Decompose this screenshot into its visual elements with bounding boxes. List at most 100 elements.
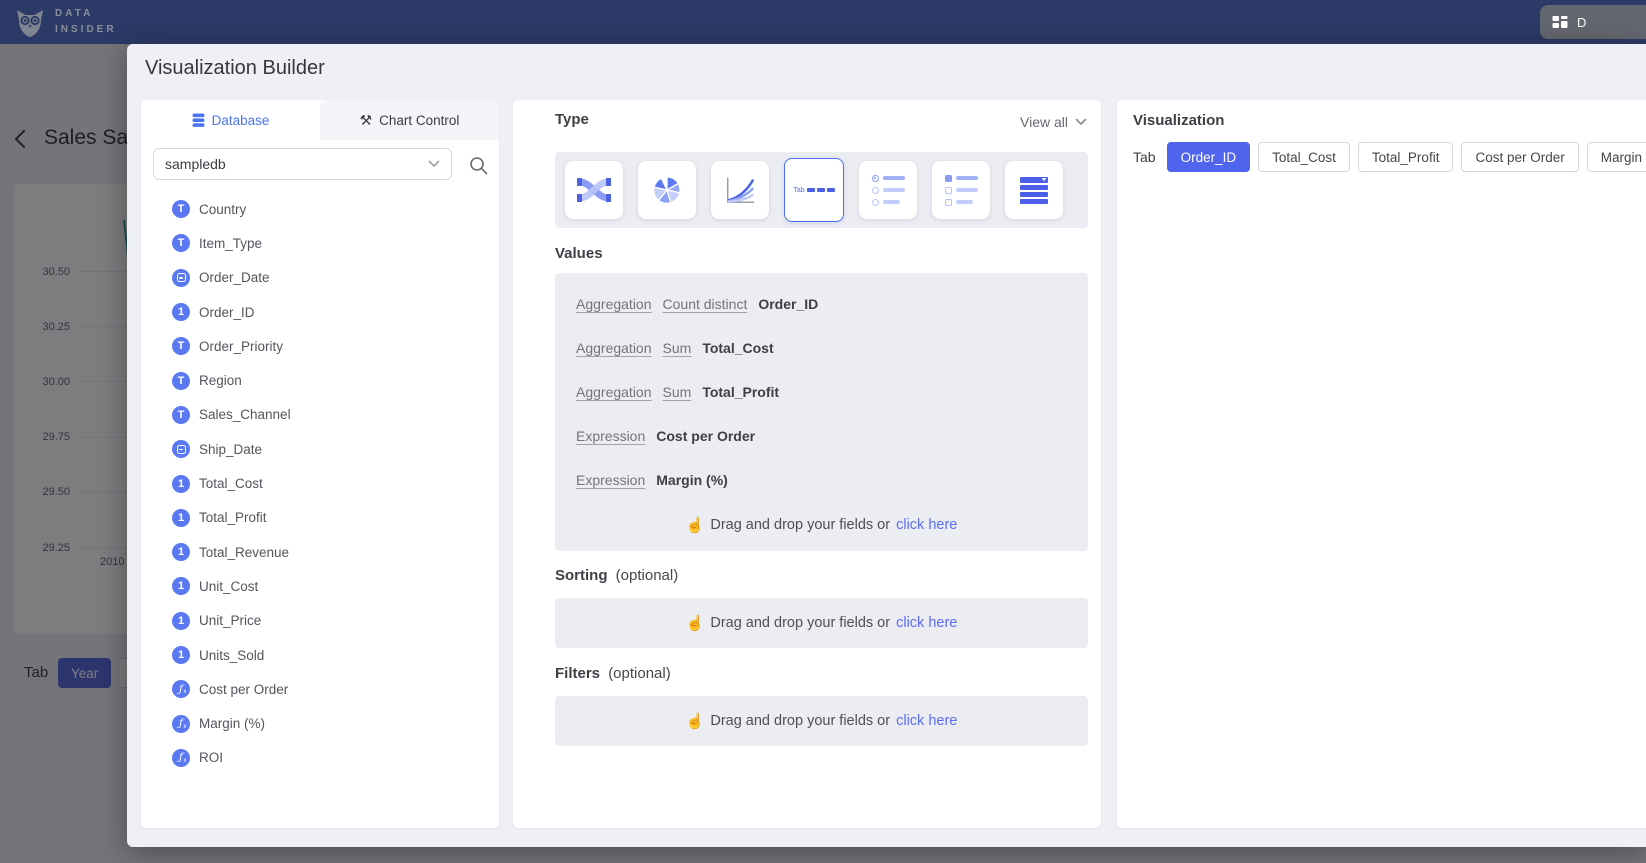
value-kind-dropdown[interactable]: Aggregation [576,383,652,401]
visualization-tab-button[interactable]: Total_Profit [1358,142,1454,172]
field-item[interactable]: Margin (%) [141,706,499,740]
filters-optional-label: (optional) [608,665,671,682]
value-field-name: Total_Cost [702,339,773,357]
database-select[interactable]: sampledb [153,148,452,180]
field-name: Margin (%) [199,716,265,731]
field-item[interactable]: Unit_Cost [141,569,499,603]
field-type-icon [172,269,190,287]
visualization-panel: Visualization Tab Order_IDTotal_CostTota… [1117,100,1646,828]
brand-line-2: INSIDER [55,22,117,38]
sorting-dropzone-box[interactable]: ☝ Drag and drop your fields or click her… [555,598,1088,648]
value-kind-dropdown[interactable]: Expression [576,471,645,489]
type-tile-sankey-icon[interactable] [565,161,623,219]
chart-type-tray: Tab [555,152,1088,228]
value-field-name: Total_Profit [702,383,779,401]
value-row: Expression Margin (%) [576,471,1067,515]
dropzone-text: Drag and drop your fields or [710,516,890,534]
values-rows: Aggregation Count distinct Order_ID Aggr… [576,295,1067,515]
visualization-builder-modal: Visualization Builder Database ⚒ Chart C… [127,44,1646,847]
visualization-tab-button[interactable]: Margin (%) [1587,142,1646,172]
value-method-dropdown[interactable]: Sum [663,339,692,357]
brand-text: DATA INSIDER [55,6,117,38]
field-item[interactable]: Sales_Channel [141,398,499,432]
field-item[interactable]: Unit_Price [141,604,499,638]
field-item[interactable]: Region [141,363,499,397]
chevron-down-icon [428,160,440,168]
filters-dropzone-hint: ☝ Drag and drop your fields or click her… [686,712,958,730]
field-item[interactable]: Units_Sold [141,638,499,672]
type-tile-table-icon[interactable] [1005,161,1063,219]
field-type-icon [172,440,190,458]
sorting-heading: Sorting (optional) [555,567,678,584]
dashboards-button[interactable]: D [1540,5,1646,39]
field-item[interactable]: Order_Priority [141,329,499,363]
value-field-name: Order_ID [758,295,818,313]
value-method-dropdown[interactable]: Sum [663,383,692,401]
field-item[interactable]: Country [141,192,499,226]
visualization-tab-row: Tab Order_IDTotal_CostTotal_ProfitCost p… [1133,142,1646,172]
value-kind-dropdown[interactable]: Expression [576,427,645,445]
field-item[interactable]: Ship_Date [141,432,499,466]
brand-logo[interactable]: DATA INSIDER [12,4,117,40]
tab-database[interactable]: Database [141,100,320,140]
dashboard-grid-icon [1551,13,1569,31]
field-item[interactable]: Cost per Order [141,672,499,706]
field-type-icon [172,577,190,595]
modal-title: Visualization Builder [145,57,325,80]
tab-chart-control[interactable]: ⚒ Chart Control [320,100,499,140]
value-kind-dropdown[interactable]: Aggregation [576,339,652,357]
value-method-dropdown[interactable]: Count distinct [663,295,748,313]
filters-dropzone-box[interactable]: ☝ Drag and drop your fields or click her… [555,696,1088,746]
type-tile-radio-list-icon[interactable] [859,161,917,219]
owl-logo-icon [12,4,48,40]
field-name: ROI [199,750,223,765]
visualization-heading: Visualization [1133,112,1224,129]
dropzone-text: Drag and drop your fields or [710,614,890,632]
search-icon[interactable] [468,155,489,181]
chart-config-panel: Type View all [513,100,1101,828]
type-tile-tab-icon[interactable]: Tab [784,158,844,222]
field-type-icon [172,509,190,527]
field-name: Country [199,202,246,217]
value-kind-dropdown[interactable]: Aggregation [576,295,652,313]
sorting-optional-label: (optional) [616,567,679,584]
type-tile-line-icon[interactable] [711,161,769,219]
view-all-dropdown[interactable]: View all [1020,114,1087,130]
value-row: Aggregation Count distinct Order_ID [576,295,1067,339]
field-type-icon [172,337,190,355]
view-all-label: View all [1020,114,1068,130]
field-name: Unit_Cost [199,579,258,594]
type-tile-checkbox-list-icon[interactable] [932,161,990,219]
field-list: Country Item_Type Order_Date Order_ID Or… [141,192,499,775]
left-panel-tabs: Database ⚒ Chart Control [141,100,499,140]
field-name: Unit_Price [199,613,261,628]
visualization-tab-button[interactable]: Total_Cost [1258,142,1350,172]
field-item[interactable]: Order_Date [141,261,499,295]
sorting-click-here-link[interactable]: click here [896,614,957,632]
app-root: Sales Sa 30.50 30.25 30.00 29.75 [0,0,1646,863]
brand-line-1: DATA [55,6,117,22]
field-type-icon [172,406,190,424]
type-tile-pie-icon[interactable] [638,161,696,219]
value-row: Aggregation Sum Total_Profit [576,383,1067,427]
filters-click-here-link[interactable]: click here [896,712,957,730]
chevron-down-icon [1075,118,1087,126]
field-name: Ship_Date [199,442,262,457]
values-click-here-link[interactable]: click here [896,516,957,534]
value-field-name: Cost per Order [656,427,755,445]
field-item[interactable]: Total_Profit [141,501,499,535]
field-name: Sales_Channel [199,407,291,422]
field-item[interactable]: ROI [141,741,499,775]
field-item[interactable]: Order_ID [141,295,499,329]
field-item[interactable]: Total_Revenue [141,535,499,569]
values-dropzone-box[interactable]: Aggregation Count distinct Order_ID Aggr… [555,273,1088,551]
visualization-tab-button[interactable]: Order_ID [1167,142,1251,172]
field-item[interactable]: Item_Type [141,226,499,260]
visualization-tab-button[interactable]: Cost per Order [1461,142,1578,172]
field-name: Total_Revenue [199,545,289,560]
database-icon [192,113,205,128]
top-navbar: DATA INSIDER D [0,0,1646,44]
filters-heading-label: Filters [555,665,600,682]
tab-chart-control-label: Chart Control [379,113,459,128]
field-item[interactable]: Total_Cost [141,466,499,500]
